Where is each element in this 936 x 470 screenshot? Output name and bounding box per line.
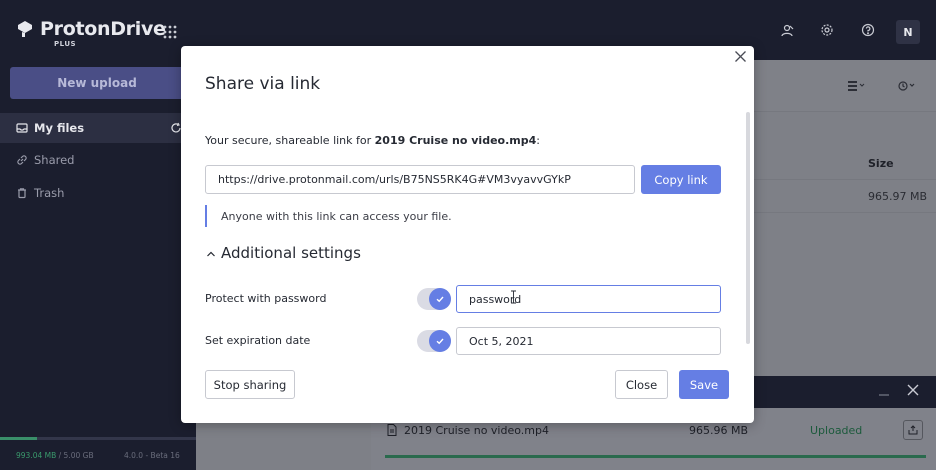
- sort-options-icon[interactable]: [898, 80, 916, 92]
- apps-grid-icon[interactable]: [162, 24, 178, 40]
- chevron-up-icon[interactable]: [206, 249, 216, 259]
- upload-share-button[interactable]: [903, 420, 923, 440]
- trash-icon: [18, 188, 26, 199]
- storage-usage: 993.04 MB / 5.00 GB: [16, 451, 94, 460]
- logo-plan: PLUS: [54, 40, 77, 48]
- help-icon[interactable]: [861, 23, 875, 37]
- share-description-prefix: Your secure, shareable link for: [205, 134, 375, 147]
- contacts-icon[interactable]: [780, 23, 794, 37]
- expiration-toggle[interactable]: [417, 330, 451, 352]
- upload-file-size: 965.96 MB: [689, 424, 749, 437]
- sidebar-item-label: Shared: [34, 153, 75, 167]
- stop-sharing-button[interactable]: Stop sharing: [205, 370, 295, 399]
- sidebar-item-my-files[interactable]: My files: [0, 113, 196, 143]
- logo-text: ProtonDrive: [40, 18, 166, 40]
- check-icon: [436, 338, 444, 345]
- storage-total: / 5.00 GB: [56, 451, 94, 460]
- notice-accent-bar: [205, 205, 207, 227]
- shared-file-name: 2019 Cruise no video.mp4: [374, 134, 537, 147]
- storage-progress-bar: [0, 437, 196, 440]
- share-icon: [908, 425, 918, 435]
- share-link-field[interactable]: https://drive.protonmail.com/urls/B75NS5…: [205, 165, 635, 194]
- upload-progress-bar: [385, 455, 926, 458]
- proton-logo-icon: [18, 21, 32, 37]
- toggle-knob: [429, 288, 451, 310]
- inbox-icon: [16, 123, 28, 133]
- link-icon: [17, 155, 27, 165]
- share-description: Your secure, shareable link for 2019 Cru…: [205, 134, 540, 147]
- password-input[interactable]: password: [456, 285, 721, 313]
- expiration-label: Set expiration date: [205, 334, 311, 347]
- upload-file-name: 2019 Cruise no video.mp4: [404, 424, 549, 437]
- text-cursor-icon: [511, 290, 516, 304]
- expiration-date-input[interactable]: Oct 5, 2021: [456, 327, 721, 355]
- sidebar-item-label: Trash: [34, 186, 65, 200]
- additional-settings-toggle[interactable]: Additional settings: [221, 244, 361, 262]
- sidebar-item-trash[interactable]: Trash: [0, 178, 196, 208]
- file-icon: [387, 424, 397, 436]
- close-button[interactable]: Close: [615, 370, 668, 399]
- user-avatar[interactable]: N: [896, 20, 920, 44]
- file-size-cell: 965.97 MB: [868, 190, 928, 203]
- password-label: Protect with password: [205, 292, 327, 305]
- copy-link-button[interactable]: Copy link: [641, 165, 721, 194]
- modal-title: Share via link: [205, 74, 321, 94]
- password-toggle[interactable]: [417, 288, 451, 310]
- link-access-notice: Anyone with this link can access your fi…: [221, 210, 452, 223]
- size-column-header[interactable]: Size: [868, 157, 894, 170]
- toggle-knob: [429, 330, 451, 352]
- modal-scrollbar[interactable]: [746, 112, 750, 344]
- minimize-icon[interactable]: [878, 387, 890, 397]
- storage-used: 993.04 MB: [16, 451, 57, 460]
- modal-close-icon[interactable]: [734, 50, 747, 63]
- app-logo[interactable]: ProtonDrive PLUS: [16, 18, 166, 48]
- layout-toggle-icon[interactable]: [848, 80, 866, 92]
- check-icon: [436, 296, 444, 303]
- upload-status: Uploaded: [810, 424, 863, 437]
- settings-icon[interactable]: [820, 23, 834, 37]
- share-link-modal: [181, 46, 754, 423]
- share-description-suffix: :: [536, 134, 540, 147]
- sidebar-item-shared[interactable]: Shared: [0, 145, 196, 175]
- storage-progress-fill: [0, 437, 38, 440]
- app-version: 4.0.0 - Beta 16: [124, 451, 180, 460]
- save-button[interactable]: Save: [679, 370, 729, 399]
- close-icon[interactable]: [906, 383, 920, 397]
- sidebar-item-label: My files: [34, 121, 85, 135]
- new-upload-button[interactable]: New upload: [10, 67, 184, 99]
